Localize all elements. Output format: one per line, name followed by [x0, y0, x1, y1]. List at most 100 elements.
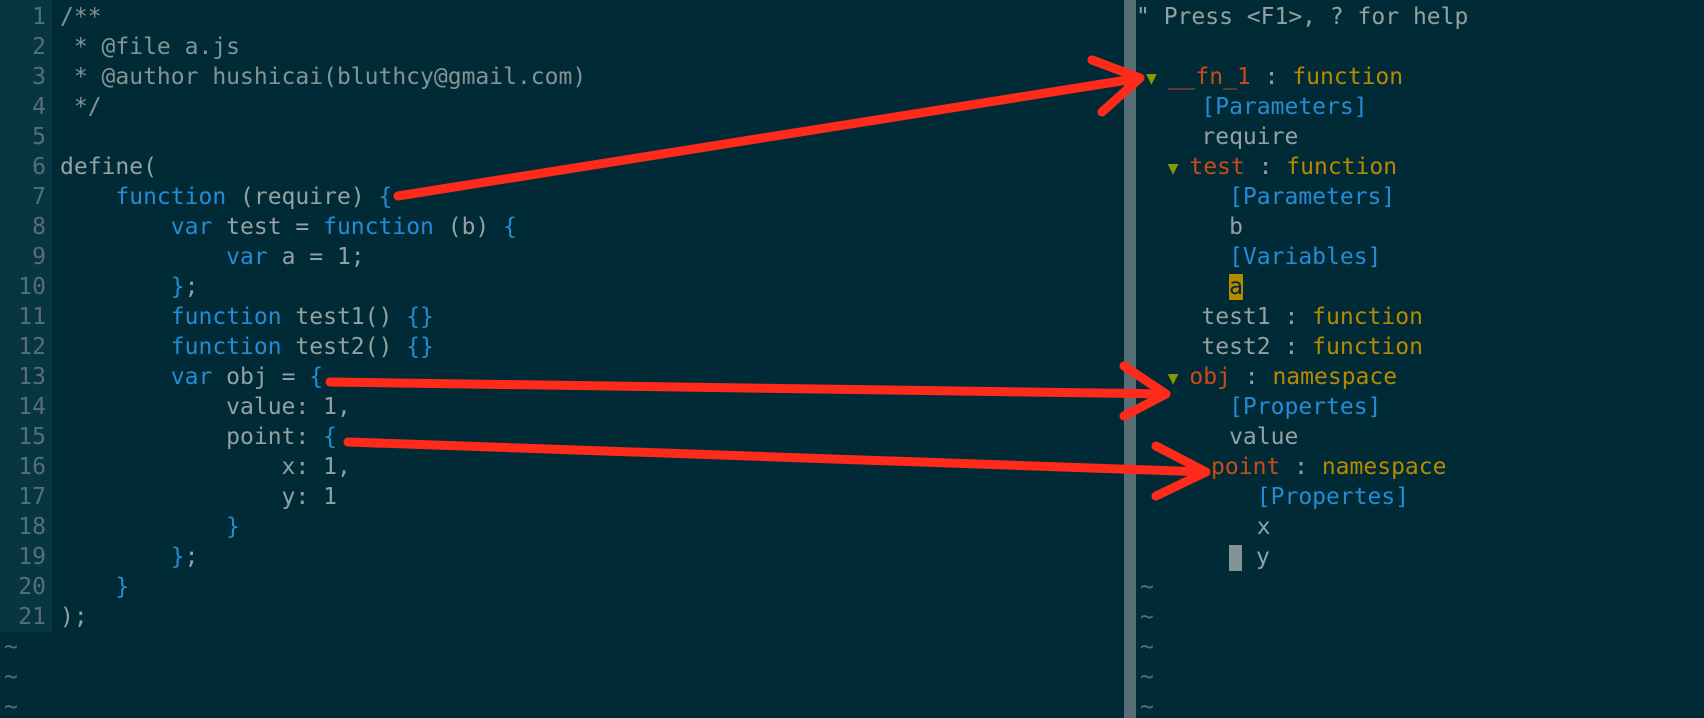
line-number: 21	[18, 604, 46, 630]
tag-token: require	[1146, 124, 1299, 150]
tagbar-help-text: " Press <F1>, ? for help	[1136, 4, 1469, 30]
code-token: {	[323, 424, 337, 450]
tag-token: namespace	[1272, 364, 1398, 390]
line-number: 10	[18, 274, 46, 300]
code-line[interactable]: var a = 1;	[60, 242, 365, 272]
tag-token: test2	[1146, 334, 1271, 360]
tagbar-tree-item[interactable]: [Parameters]	[1146, 92, 1368, 122]
code-token: /**	[60, 4, 102, 30]
tagbar-tree-item[interactable]: [Propertes]	[1146, 482, 1409, 512]
code-line[interactable]: };	[60, 272, 199, 302]
code-token: x: 1,	[60, 454, 351, 480]
tag-token: __fn_1	[1167, 64, 1251, 90]
code-line[interactable]: };	[60, 542, 199, 572]
line-number: 5	[32, 124, 46, 150]
line-number: 3	[32, 64, 46, 90]
line-number: 16	[18, 454, 46, 480]
code-token: a = 1;	[267, 244, 365, 270]
line-number: 14	[18, 394, 46, 420]
tagbar-tree-item[interactable]: value	[1146, 422, 1298, 452]
tagbar-tree-item[interactable]: ▼ obj : namespace	[1146, 362, 1397, 392]
code-token: );	[60, 604, 88, 630]
editor-pane[interactable]: 1 2 3 4 5 6 7 8 9 10 11 12 13 14 15 16 17 18 19 20 21 /** * …	[0, 0, 1124, 718]
empty-line-tilde: ~	[1140, 634, 1154, 660]
tagbar-tree-item[interactable]: x	[1146, 512, 1271, 542]
tag-token: namespace	[1321, 454, 1447, 480]
line-number: 13	[18, 364, 46, 390]
code-token: }	[60, 544, 185, 570]
code-line[interactable]: }	[60, 572, 129, 602]
empty-line-tilde: ~	[4, 664, 18, 690]
code-line[interactable]: y: 1	[60, 482, 337, 512]
tagbar-tree-item[interactable]: a	[1146, 272, 1243, 302]
tag-token: x	[1146, 514, 1271, 540]
line-number: 8	[32, 214, 46, 240]
tag-token	[1146, 544, 1229, 570]
code-token: {	[503, 214, 517, 240]
tagbar-tree-item[interactable]: [Parameters]	[1146, 182, 1395, 212]
code-token: {	[378, 184, 393, 210]
empty-line-tilde: ~	[1140, 574, 1154, 600]
code-token: (b)	[433, 214, 504, 240]
fold-triangle-icon: ▼	[1146, 458, 1212, 479]
fold-triangle-icon: ▼	[1146, 368, 1190, 389]
code-line[interactable]: var test = function (b) {	[60, 212, 517, 242]
tag-token: [Parameters]	[1146, 184, 1396, 210]
tagbar-tree-item[interactable]: ▼ point : namespace	[1146, 452, 1446, 482]
code-line[interactable]: x: 1,	[60, 452, 351, 482]
tagbar-tree-item[interactable]: require	[1146, 122, 1298, 152]
code-line[interactable]: define(	[60, 152, 157, 182]
line-number: 7	[32, 184, 46, 210]
tagbar-pane[interactable]: " Press <F1>, ? for help ▼ __fn_1 : func…	[1136, 0, 1704, 718]
window-split-divider[interactable]	[1124, 0, 1136, 718]
code-token: (require)	[226, 184, 379, 210]
code-line[interactable]: * @author hushicai(bluthcy@gmail.com)	[60, 62, 586, 92]
tagbar-tree-item[interactable]: [Propertes]	[1146, 392, 1381, 422]
code-line[interactable]: function test2() {}	[60, 332, 434, 362]
code-line[interactable]: */	[60, 92, 102, 122]
code-token: }	[60, 274, 185, 300]
line-number: 19	[18, 544, 46, 570]
tag-token: [Propertes]	[1146, 394, 1382, 420]
tag-token: :	[1270, 334, 1313, 360]
code-token: function	[60, 184, 227, 210]
code-line[interactable]: }	[60, 512, 240, 542]
fold-triangle-icon: ▼	[1146, 68, 1168, 89]
tag-token: value	[1146, 424, 1299, 450]
code-line[interactable]: /**	[60, 2, 102, 32]
tag-token: test1	[1146, 304, 1271, 330]
code-token: function	[60, 334, 282, 360]
code-line[interactable]: * @file a.js	[60, 32, 240, 62]
code-line[interactable]: value: 1,	[60, 392, 351, 422]
line-number: 20	[18, 574, 46, 600]
code-token: * @author hushicai(bluthcy@gmail.com)	[60, 64, 587, 90]
tagbar-tree-item[interactable]: b	[1146, 212, 1243, 242]
tag-token: point	[1211, 454, 1281, 480]
code-token: test2()	[281, 334, 407, 360]
tagbar-tree-item[interactable]: ▼ test : function	[1146, 152, 1397, 182]
tag-token	[1146, 274, 1229, 300]
code-token: var	[60, 244, 268, 270]
line-number-gutter: 1 2 3 4 5 6 7 8 9 10 11 12 13 14 15 16 17 18 19 20 21	[0, 0, 52, 632]
tagbar-tree-item[interactable]: test2 : function	[1146, 332, 1423, 362]
tagbar-tree-item[interactable]: ▼ __fn_1 : function	[1146, 62, 1403, 92]
code-token: define(	[60, 154, 157, 180]
code-line[interactable]: point: {	[60, 422, 337, 452]
tagbar-tree-item[interactable]: test1 : function	[1146, 302, 1423, 332]
empty-line-tilde: ~	[1140, 694, 1154, 718]
code-token: */	[60, 94, 102, 120]
tag-token: [Parameters]	[1146, 94, 1368, 120]
code-line[interactable]: function (require) {	[60, 182, 392, 212]
code-line[interactable]: function test1() {}	[60, 302, 434, 332]
tagbar-tree-item[interactable]: [Variables]	[1146, 242, 1381, 272]
line-number: 17	[18, 484, 46, 510]
code-token: var	[60, 214, 213, 240]
code-line[interactable]: );	[60, 602, 88, 632]
tag-token: function	[1286, 154, 1398, 180]
line-number: 18	[18, 514, 46, 540]
tagbar-tree-item[interactable]: y	[1146, 542, 1270, 572]
code-token: * @file a.js	[60, 34, 241, 60]
tag-token: function	[1312, 304, 1423, 330]
code-line[interactable]: var obj = {	[60, 362, 323, 392]
code-token: point:	[60, 424, 324, 450]
